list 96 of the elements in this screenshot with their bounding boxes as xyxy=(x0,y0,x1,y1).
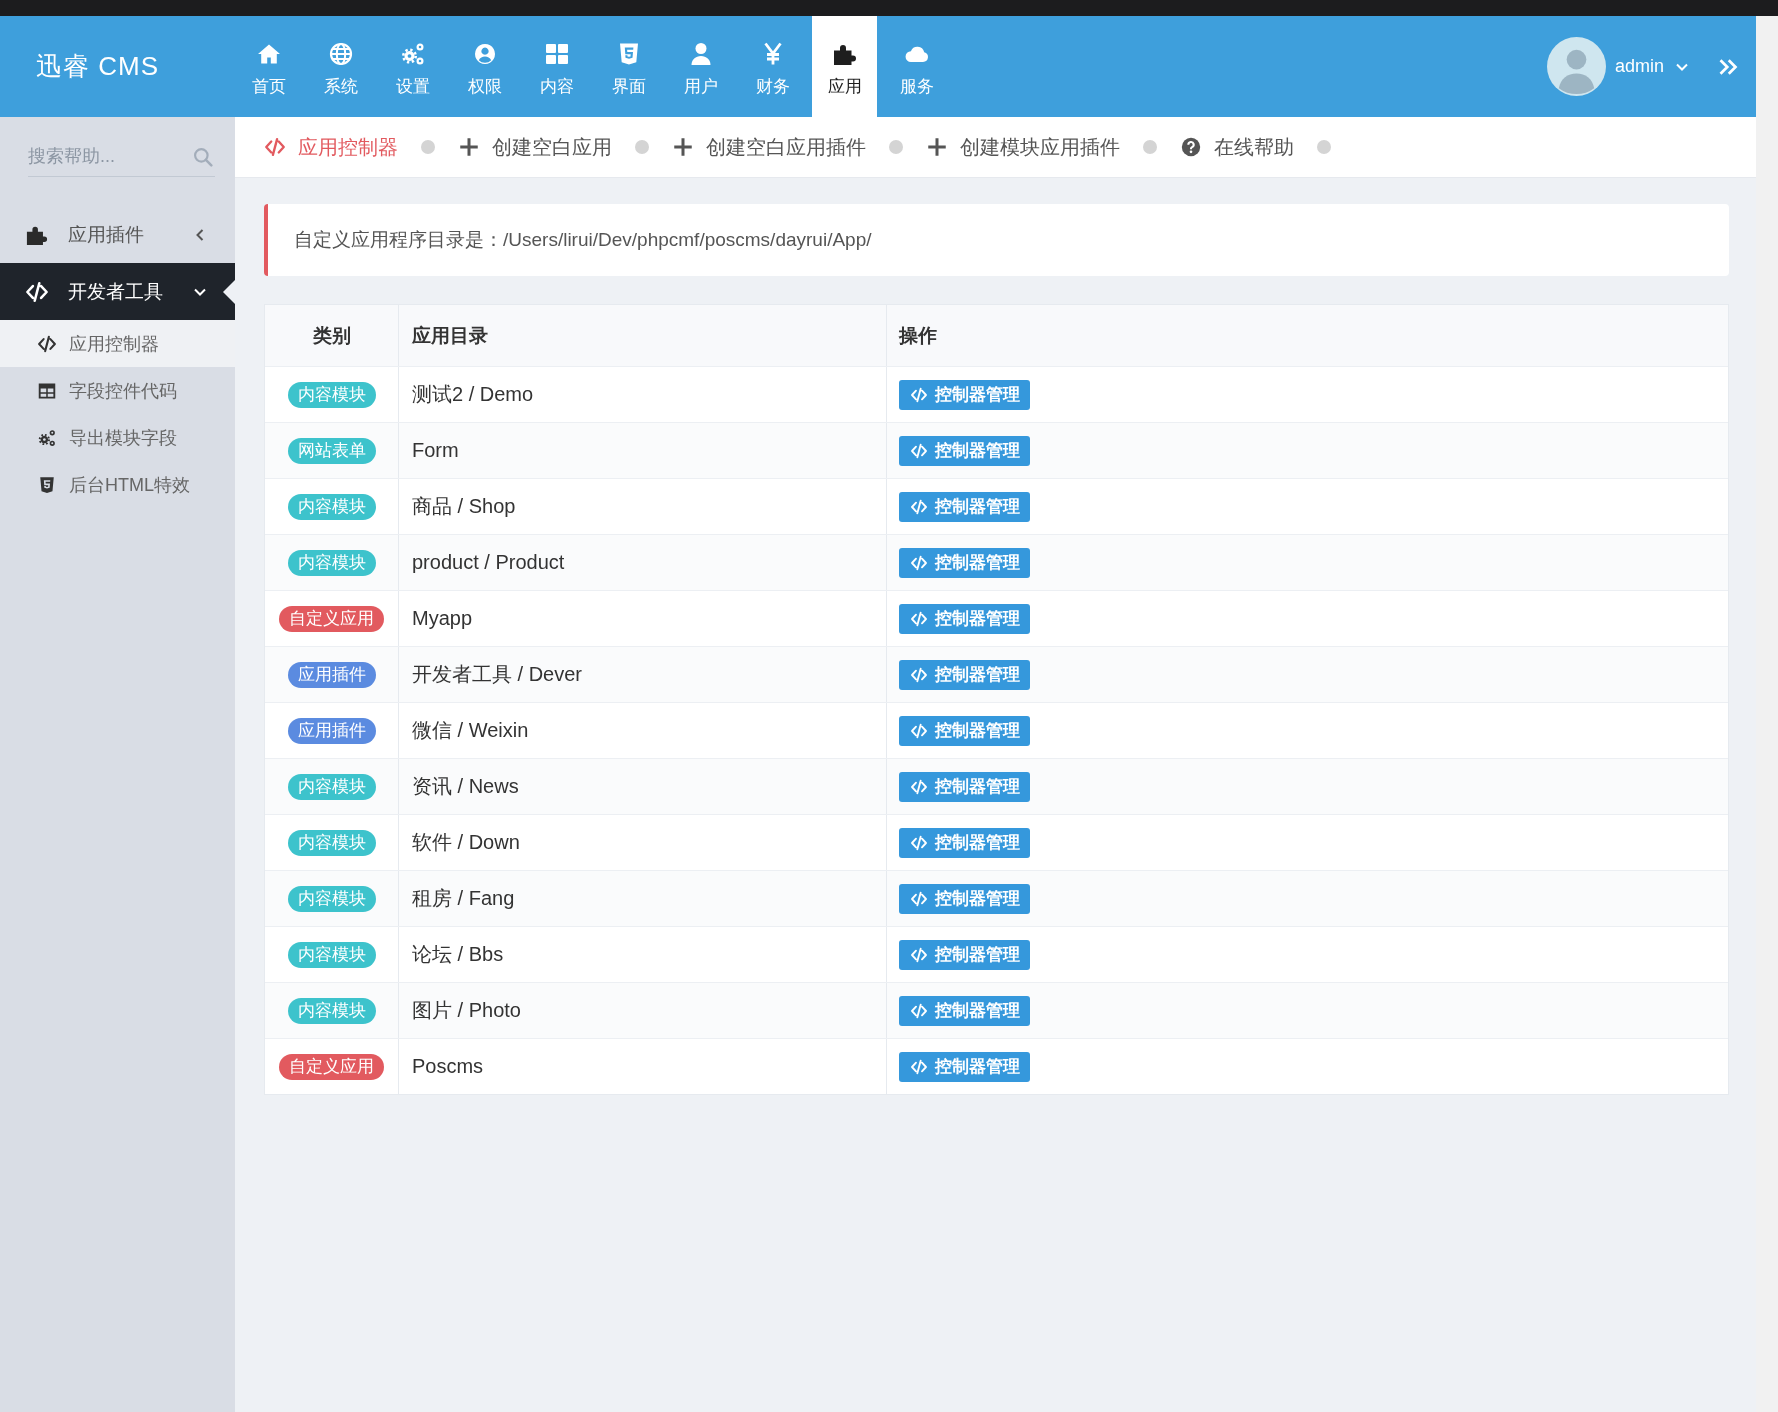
nav-tab[interactable]: 用户 xyxy=(668,16,733,117)
separator-dot-icon xyxy=(889,140,903,154)
sidebar-submenu-item[interactable]: 导出模块字段 xyxy=(0,414,235,461)
home-icon xyxy=(256,42,281,66)
category-tag: 内容模块 xyxy=(287,493,376,520)
globe-icon xyxy=(328,42,353,66)
controller-button[interactable]: 控制器管理 xyxy=(899,715,1030,746)
category-tag: 内容模块 xyxy=(287,773,376,800)
nav-tab[interactable]: 设置 xyxy=(380,16,445,117)
puzzle-icon xyxy=(832,42,857,66)
category-tag: 内容模块 xyxy=(287,381,376,408)
toolbar-link[interactable]: 创建模块应用插件 xyxy=(926,133,1120,161)
code-icon xyxy=(36,334,58,353)
table-cell: 资讯 / News xyxy=(399,759,887,814)
code-icon xyxy=(909,946,929,963)
controller-button[interactable]: 控制器管理 xyxy=(899,827,1030,858)
nav-tab[interactable]: 服务 xyxy=(884,16,949,117)
code-icon xyxy=(909,554,929,571)
category-tag: 内容模块 xyxy=(287,885,376,912)
category-tag: 内容模块 xyxy=(287,997,376,1024)
category-tag: 应用插件 xyxy=(287,717,376,744)
gears-icon xyxy=(36,428,58,447)
nav-tab[interactable]: 内容 xyxy=(524,16,589,117)
table-cell: 图片 / Photo xyxy=(399,983,887,1038)
nav-tab[interactable]: 首页 xyxy=(236,16,301,117)
code-icon xyxy=(909,722,929,739)
plus-icon xyxy=(926,137,948,157)
sidebar-submenu-item[interactable]: 字段控件代码 xyxy=(0,367,235,414)
controller-button[interactable]: 控制器管理 xyxy=(899,547,1030,578)
grid-icon xyxy=(544,42,569,66)
double-chevron-icon[interactable] xyxy=(1718,57,1738,76)
toolbar-link[interactable]: 应用控制器 xyxy=(264,133,398,161)
controller-button[interactable]: 控制器管理 xyxy=(899,1051,1030,1082)
controller-button[interactable]: 控制器管理 xyxy=(899,491,1030,522)
table-cell: Form xyxy=(399,423,887,478)
controller-button[interactable]: 控制器管理 xyxy=(899,883,1030,914)
category-tag: 自定义应用 xyxy=(279,605,384,632)
code-icon xyxy=(264,137,286,157)
sidebar-menu-item[interactable]: 应用插件 xyxy=(0,206,235,263)
info-note: 自定义应用程序目录是：/Users/lirui/Dev/phpcmf/poscms/dayrui/App/ xyxy=(264,204,1729,276)
sidebar-submenu-item[interactable]: 后台HTML特效 xyxy=(0,461,235,508)
code-icon xyxy=(909,442,929,459)
plus-icon xyxy=(458,137,480,157)
sidebar-submenu-item[interactable]: 应用控制器 xyxy=(0,320,235,367)
table-cell: product / Product xyxy=(399,535,887,590)
category-tag: 内容模块 xyxy=(287,941,376,968)
controller-button[interactable]: 控制器管理 xyxy=(899,379,1030,410)
code-icon xyxy=(909,778,929,795)
column-header: 类别 xyxy=(265,305,399,366)
category-tag: 网站表单 xyxy=(287,437,376,464)
category-tag: 内容模块 xyxy=(287,549,376,576)
user-avatar[interactable] xyxy=(1546,37,1606,96)
code-icon xyxy=(909,498,929,515)
plus-icon xyxy=(672,137,694,157)
code-icon xyxy=(909,386,929,403)
controller-button[interactable]: 控制器管理 xyxy=(899,435,1030,466)
code-icon xyxy=(909,666,929,683)
controller-button[interactable]: 控制器管理 xyxy=(899,603,1030,634)
code-icon xyxy=(909,834,929,851)
controller-button[interactable]: 控制器管理 xyxy=(899,771,1030,802)
toolbar-link[interactable]: 在线帮助 xyxy=(1180,133,1294,161)
nav-tab[interactable]: 界面 xyxy=(596,16,661,117)
table-icon xyxy=(36,381,58,400)
table-cell: 开发者工具 / Dever xyxy=(399,647,887,702)
search-field[interactable]: 搜索帮助... xyxy=(28,137,215,177)
toolbar-link[interactable]: 创建空白应用 xyxy=(458,133,612,161)
separator-dot-icon xyxy=(421,140,435,154)
code-icon xyxy=(909,1002,929,1019)
table-cell: 租房 / Fang xyxy=(399,871,887,926)
user-name[interactable]: admin xyxy=(1614,56,1664,77)
gears-icon xyxy=(400,42,425,66)
search-icon[interactable] xyxy=(193,147,213,167)
category-tag: 自定义应用 xyxy=(279,1053,384,1080)
logo-text: 迅睿 CMS xyxy=(36,50,159,83)
code-icon xyxy=(24,280,50,303)
nav-tab[interactable]: 应用 xyxy=(812,16,877,117)
nav-tab[interactable]: 财务 xyxy=(740,16,805,117)
separator-dot-icon xyxy=(635,140,649,154)
sidebar-menu-item[interactable]: 开发者工具 xyxy=(0,263,235,320)
code-icon xyxy=(909,1058,929,1075)
category-tag: 应用插件 xyxy=(287,661,376,688)
toolbar-link[interactable]: 创建空白应用插件 xyxy=(672,133,866,161)
column-header: 操作 xyxy=(897,323,938,348)
help-icon xyxy=(1180,137,1202,157)
controller-button[interactable]: 控制器管理 xyxy=(899,995,1030,1026)
nav-tab[interactable]: 系统 xyxy=(308,16,373,117)
separator-dot-icon xyxy=(1143,140,1157,154)
table-cell: Poscms xyxy=(399,1039,887,1094)
nav-tab[interactable]: 权限 xyxy=(452,16,517,117)
code-icon xyxy=(909,890,929,907)
controller-button[interactable]: 控制器管理 xyxy=(899,659,1030,690)
controller-button[interactable]: 控制器管理 xyxy=(899,939,1030,970)
category-tag: 内容模块 xyxy=(287,829,376,856)
separator-dot-icon xyxy=(1317,140,1331,154)
code-icon xyxy=(909,610,929,627)
column-header: 应用目录 xyxy=(399,305,887,366)
